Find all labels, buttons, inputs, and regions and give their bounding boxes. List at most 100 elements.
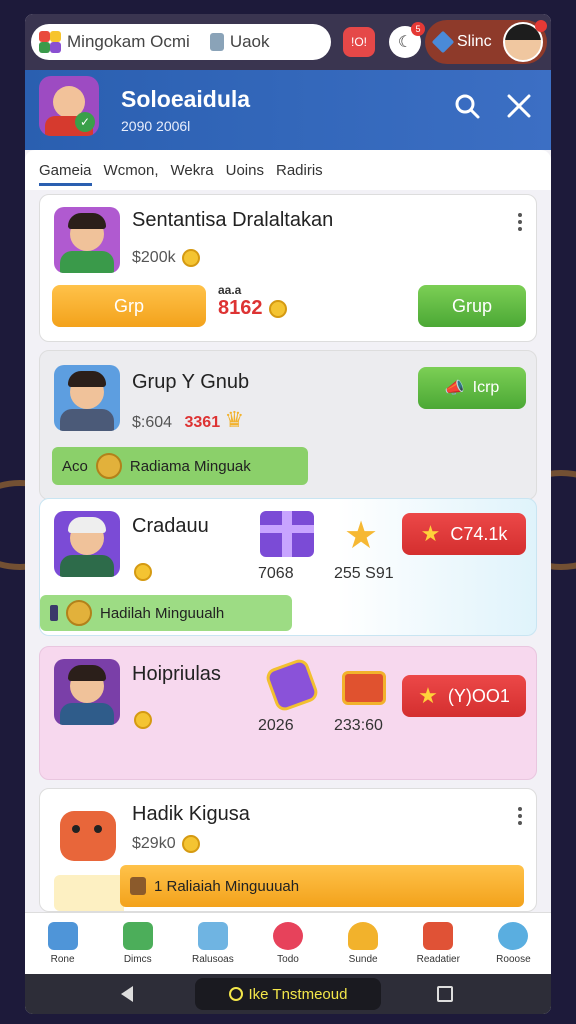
nav-label: Rooose [496,954,531,965]
reward-strip[interactable]: Hadilah Minguualh [40,595,292,631]
nav-label: Todo [277,954,299,965]
list-item[interactable]: Sentantisa Dralaltakan $200k Grp aa.a 81… [39,194,537,342]
gem-icon [431,30,455,54]
top-bar: Mingokam Ocmi Uaok !O! ☾ 5 Slinc [25,14,551,70]
notification-button[interactable]: !O! [343,27,375,57]
back-icon[interactable] [121,986,133,1002]
item-title: Hadik Kigusa [132,803,250,825]
item-avatar [54,801,120,867]
search-text: Mingokam Ocmi [67,32,190,51]
group-button[interactable]: Grup [418,285,526,327]
item-value-top: aa.a [218,283,242,297]
nav-label: Ralusoas [192,954,234,965]
tab-wekra[interactable]: Wekra [171,162,214,179]
nav-label: Readatier [416,954,460,965]
coin-icon [134,563,152,581]
header-avatar[interactable]: ✓ [39,76,99,136]
tab-bar: Gameia Wcmon, Wekra Uoins Radiris [25,150,551,190]
list-item[interactable]: Hoipriulas 2026 233:60 ★ (Y)OO1 [39,646,537,780]
profile-badge [535,20,547,32]
scroll-icon [130,877,146,895]
item-title: Sentantisa Dralaltakan [132,209,334,231]
item-avatar [54,659,120,725]
item-price: $29k0 [132,835,200,853]
home-icon [47,922,78,950]
app-logo-icon [39,31,61,53]
item-avatar [54,207,120,273]
crown-icon: ♛ [224,407,245,432]
nav-item-todo[interactable]: Todo [250,913,325,974]
item-avatar [54,511,120,577]
star-reward-button[interactable]: ★ C74.1k [402,513,526,555]
medal-icon [66,600,92,626]
moon-icon: ☾ [397,34,413,51]
recent-apps-icon[interactable] [437,986,453,1002]
store-label: Slinc [457,33,492,50]
nav-label: Sunde [348,954,378,965]
list-item[interactable]: Hadik Kigusa $29k0 1 Raliaiah Minguuuah [39,788,537,912]
notification-badge: 5 [411,22,425,36]
more-options-icon[interactable] [518,213,522,234]
tab-uoins[interactable]: Uoins [226,162,264,179]
system-navigation-bar: Ike Tnstmeoud [25,974,551,1014]
tab-radiris[interactable]: Radiris [276,162,323,179]
nav-item-bell[interactable]: Sunde [326,913,401,974]
action-button[interactable]: 📣 Icrp [418,367,526,409]
reward-strip[interactable]: Aco Radiama Minguak [52,447,308,485]
padlock-icon [263,656,321,714]
search-secondary-text: Uaok [229,32,270,51]
home-pill[interactable]: Ike Tnstmeoud [195,978,381,1010]
nav-item-cloud[interactable]: Rooose [476,913,551,974]
box-icon [197,922,228,950]
item-title: Grup Y Gnub [132,371,250,393]
alert-button[interactable]: ☾ 5 [389,22,425,58]
tab-gameia[interactable]: Gameia [39,162,92,186]
reward-strip[interactable]: 1 Raliaiah Minguuuah [120,865,524,907]
lock-value: 2026 [258,717,294,734]
list-item[interactable]: Grup Y Gnub $:604 3361 ♛ 📣 Icrp Aco Radia… [39,350,537,500]
coin-icon [134,711,152,729]
search-bar[interactable]: Mingokam Ocmi Uaok [31,24,331,60]
nav-item-map[interactable]: Dimcs [100,913,175,974]
color-wheel-icon [272,922,303,950]
app-screen: Mingokam Ocmi Uaok !O! ☾ 5 Slinc ✓ Soloe… [25,14,551,1014]
reward-button[interactable]: ★ (Y)OO1 [402,675,526,717]
notification-label: !O! [350,35,367,49]
map-icon [122,922,153,950]
page-title: Soloeaidula [121,86,251,112]
gift-value: 7068 [258,565,294,582]
store-button[interactable]: Slinc [425,20,547,64]
star-value: 255 S91 [334,565,394,582]
item-title: Cradauu [132,515,209,537]
star-icon: ★ [420,521,441,546]
close-icon[interactable] [505,92,533,120]
item-avatar [54,365,120,431]
nav-item-chest[interactable]: Readatier [401,913,476,974]
star-icon: ★ [418,683,438,708]
home-pill-label: Ike Tnstmeoud [248,985,348,1003]
verified-icon: ✓ [75,112,95,132]
nav-item-home[interactable]: Rone [25,913,100,974]
circle-icon [228,987,243,1001]
list-item[interactable]: Cradauu ★ 7068 255 S91 ★ C74.1k Hadilah M… [39,498,537,636]
treasure-chest-icon [342,671,386,705]
bell-icon [348,922,379,950]
chest-value: 233:60 [334,717,383,734]
coin-icon [181,249,200,267]
profile-header: ✓ Soloeaidula 2090 2006l [25,70,551,150]
nav-item-box[interactable]: Ralusoas [175,913,250,974]
page-subtitle: 2090 2006l [121,118,191,134]
strip-bg [54,875,124,911]
more-options-icon[interactable] [518,807,522,828]
search-icon[interactable] [453,92,481,120]
coin-icon [268,299,287,318]
star-icon: ★ [344,515,379,557]
item-price: $:604 3361 ♛ [132,407,245,432]
coin-icon [181,835,200,853]
chest-icon [423,922,454,950]
nav-label: Rone [50,954,75,965]
document-icon [209,33,224,51]
tab-wcmon[interactable]: Wcmon, [104,162,159,179]
join-button[interactable]: Grp [52,285,206,327]
nav-label: Dimcs [123,954,152,965]
